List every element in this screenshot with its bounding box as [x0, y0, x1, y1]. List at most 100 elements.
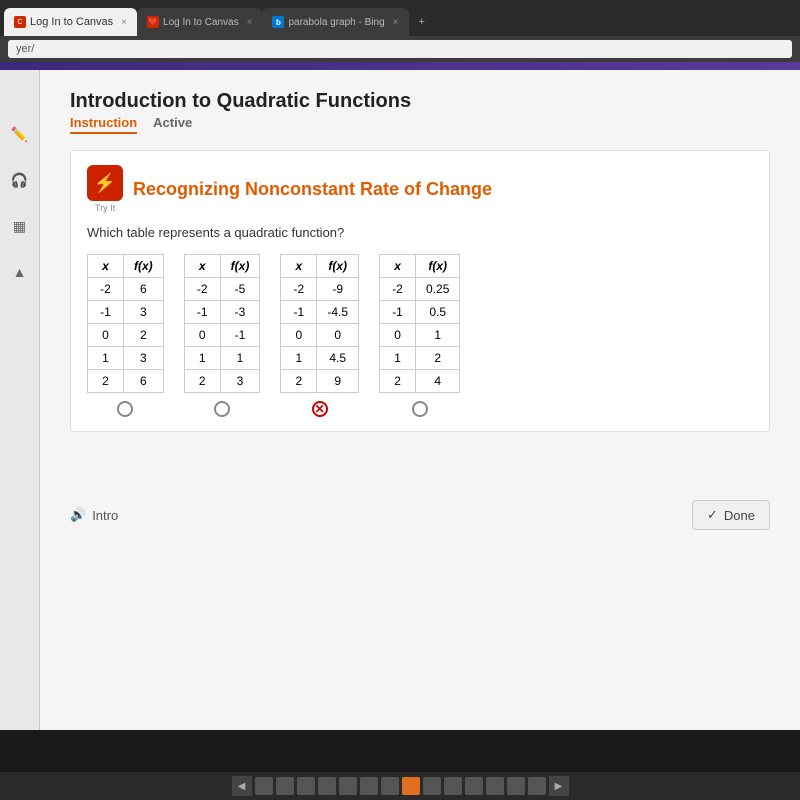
sidebar: ✏️ 🎧 ▦ ▲ [0, 70, 40, 730]
taskbar-btn-10[interactable] [444, 777, 462, 795]
main-content: ✏️ 🎧 ▦ ▲ Introduction to Quadratic Funct… [0, 70, 800, 730]
page-footer: 🔊 Intro ✓ Done [70, 492, 770, 538]
table-row: 0-1 [184, 324, 260, 347]
taskbar-back[interactable]: ◀ [232, 776, 252, 796]
tab-instruction[interactable]: Instruction [70, 115, 137, 134]
sidebar-icon-pencil[interactable]: ✏️ [6, 120, 34, 148]
tab-1-label: Log In to Canvas [30, 16, 113, 28]
table-2-col-fx: f(x) [220, 255, 260, 278]
table-4-col-x: x [380, 255, 416, 278]
table-row: -10.5 [380, 301, 460, 324]
try-it-box: ⚡ Try It Recognizing Nonconstant Rate of… [70, 150, 770, 432]
radio-1[interactable] [117, 401, 133, 417]
sidebar-icon-up[interactable]: ▲ [6, 258, 34, 286]
table-3-col-x: x [281, 255, 317, 278]
table-row: -2-9 [281, 278, 359, 301]
taskbar-btn-7[interactable] [381, 777, 399, 795]
table-1-col-fx: f(x) [124, 255, 164, 278]
tab-bar: C Log In to Canvas × ❤️ Log In to Canvas… [0, 0, 800, 36]
taskbar-btn-1[interactable] [255, 777, 273, 795]
done-button[interactable]: ✓ Done [692, 500, 770, 530]
taskbar-btn-13[interactable] [507, 777, 525, 795]
table-4: x f(x) -20.25 -10.5 01 12 24 [379, 254, 460, 393]
table-row: 24 [380, 370, 460, 393]
intro-label: Intro [92, 508, 118, 523]
page-subtitle-row: Instruction Active [70, 115, 770, 134]
table-row: 23 [184, 370, 260, 393]
tab-2-icon: ❤️ [147, 16, 159, 28]
app-header-band [0, 62, 800, 70]
taskbar-btn-11[interactable] [465, 777, 483, 795]
table-row: 02 [88, 324, 164, 347]
tab-3-icon: b [272, 16, 284, 28]
content-area: Introduction to Quadratic Functions Inst… [40, 70, 800, 558]
taskbar-btn-active[interactable] [402, 777, 420, 795]
table-2-col-x: x [184, 255, 220, 278]
taskbar-btn-6[interactable] [360, 777, 378, 795]
taskbar-btn-5[interactable] [339, 777, 357, 795]
table-row: -13 [88, 301, 164, 324]
radio-2[interactable] [214, 401, 230, 417]
table-1-col-x: x [88, 255, 124, 278]
taskbar: ◀ ▶ [0, 772, 800, 800]
radio-3[interactable] [312, 401, 328, 417]
tab-2-close[interactable]: × [247, 17, 253, 28]
taskbar-btn-14[interactable] [528, 777, 546, 795]
table-row: 26 [88, 370, 164, 393]
address-bar-row: yer/ [0, 36, 800, 62]
table-row: -1-4.5 [281, 301, 359, 324]
browser-chrome: C Log In to Canvas × ❤️ Log In to Canvas… [0, 0, 800, 62]
checkmark-icon: ✓ [707, 507, 718, 523]
sidebar-icon-grid[interactable]: ▦ [6, 212, 34, 240]
new-tab-button[interactable]: + [409, 8, 435, 36]
taskbar-btn-12[interactable] [486, 777, 504, 795]
try-it-title: Recognizing Nonconstant Rate of Change [133, 179, 492, 200]
table-3-col-fx: f(x) [317, 255, 359, 278]
tab-2[interactable]: ❤️ Log In to Canvas × [137, 8, 262, 36]
table-option-4[interactable]: x f(x) -20.25 -10.5 01 12 24 [379, 254, 460, 417]
tab-2-label: Log In to Canvas [163, 17, 239, 28]
taskbar-btn-9[interactable] [423, 777, 441, 795]
table-3: x f(x) -2-9 -1-4.5 00 14.5 29 [280, 254, 359, 393]
radio-4[interactable] [412, 401, 428, 417]
done-label: Done [724, 508, 755, 523]
try-it-label: Try It [95, 203, 115, 213]
table-row: 11 [184, 347, 260, 370]
question-text: Which table represents a quadratic funct… [87, 225, 753, 240]
taskbar-btn-3[interactable] [297, 777, 315, 795]
page-title: Introduction to Quadratic Functions [70, 90, 770, 113]
sidebar-icon-headphones[interactable]: 🎧 [6, 166, 34, 194]
table-row: -2-5 [184, 278, 260, 301]
taskbar-forward[interactable]: ▶ [549, 776, 569, 796]
try-it-icon-container: ⚡ Try It [87, 165, 123, 213]
table-option-3[interactable]: x f(x) -2-9 -1-4.5 00 14.5 29 [280, 254, 359, 417]
table-4-col-fx: f(x) [416, 255, 460, 278]
tab-1-icon: C [14, 16, 26, 28]
tab-3-close[interactable]: × [393, 17, 399, 28]
table-row: 01 [380, 324, 460, 347]
table-row: -26 [88, 278, 164, 301]
table-2: x f(x) -2-5 -1-3 0-1 11 23 [184, 254, 261, 393]
table-row: 00 [281, 324, 359, 347]
address-bar[interactable]: yer/ [8, 40, 792, 58]
table-option-1[interactable]: x f(x) -26 -13 02 13 26 [87, 254, 164, 417]
table-row: 29 [281, 370, 359, 393]
try-it-header: ⚡ Try It Recognizing Nonconstant Rate of… [87, 165, 753, 213]
tables-row: x f(x) -26 -13 02 13 26 [87, 254, 753, 417]
tab-1[interactable]: C Log In to Canvas × [4, 8, 137, 36]
table-row: 13 [88, 347, 164, 370]
table-1: x f(x) -26 -13 02 13 26 [87, 254, 164, 393]
tab-3-label: parabola graph - Bing [288, 17, 384, 28]
intro-button[interactable]: 🔊 Intro [70, 507, 118, 523]
tab-3[interactable]: b parabola graph - Bing × [262, 8, 408, 36]
table-option-2[interactable]: x f(x) -2-5 -1-3 0-1 11 23 [184, 254, 261, 417]
tab-active[interactable]: Active [153, 115, 192, 134]
table-row: 12 [380, 347, 460, 370]
taskbar-btn-2[interactable] [276, 777, 294, 795]
try-it-icon: ⚡ [87, 165, 123, 201]
volume-icon: 🔊 [70, 507, 86, 523]
tab-1-close[interactable]: × [121, 17, 127, 28]
table-row: -1-3 [184, 301, 260, 324]
taskbar-btn-4[interactable] [318, 777, 336, 795]
table-row: 14.5 [281, 347, 359, 370]
